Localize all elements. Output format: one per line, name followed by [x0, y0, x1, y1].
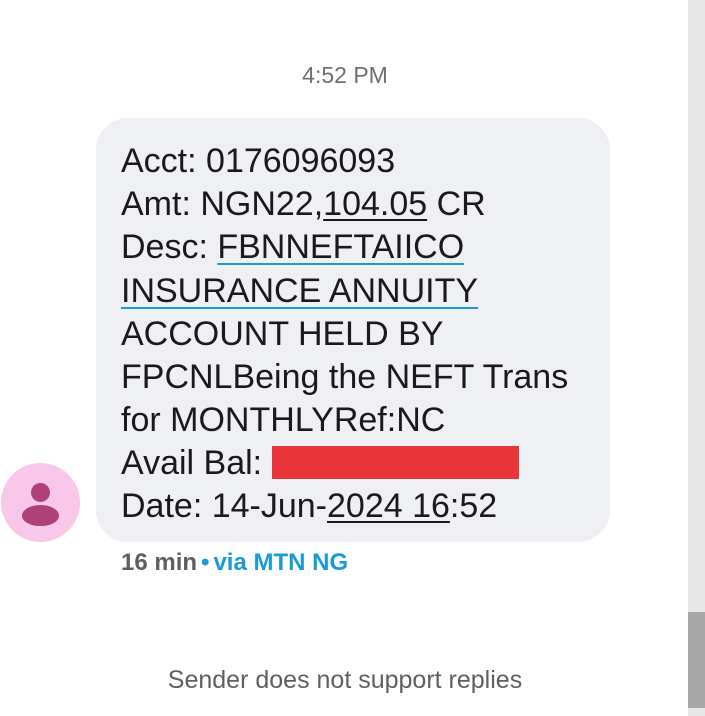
carrier-label: via MTN NG [213, 549, 349, 576]
message-line-balance: Avail Bal: [121, 446, 519, 480]
amount-prefix: Amt: NGN22, [121, 185, 324, 223]
message-line-description: Desc: FBNNEFTAIICO [121, 230, 464, 264]
message-age: 16 min [121, 549, 198, 576]
date-prefix: Date: 14-Jun- [121, 487, 327, 525]
message-line-reference: for MONTHLYRef:NC [121, 401, 446, 439]
balance-label: Avail Bal: [121, 444, 272, 482]
amount-suffix: CR [427, 185, 486, 223]
redacted-balance [271, 446, 519, 479]
person-icon-head [31, 483, 50, 502]
amount-link[interactable]: 104.05 [323, 185, 427, 223]
message-line-transfer: FPCNLBeing the NEFT Trans [121, 358, 569, 396]
scrollbar-thumb[interactable] [688, 612, 705, 708]
message-timestamp: 4:52 PM [302, 62, 388, 88]
account-number: 0176096093 [206, 142, 396, 180]
message-line-description-continued: INSURANCE ANNUITY [121, 274, 478, 308]
message-line-amount: Amt: NGN22,104.05 CR [121, 187, 486, 221]
description-label: Desc: [121, 228, 218, 266]
description-link-part-1[interactable]: FBNNEFTAIICO [217, 228, 464, 266]
message-line-date: Date: 14-Jun-2024 16:52 [121, 489, 497, 523]
description-link-part-2[interactable]: INSURANCE ANNUITY [121, 272, 478, 310]
message-line-account-held: ACCOUNT HELD BY [121, 315, 444, 353]
message-meta: 16 min • via MTN NG [121, 549, 348, 577]
date-suffix: :52 [449, 487, 498, 525]
person-icon-body [22, 505, 59, 526]
meta-separator: • [201, 549, 210, 576]
date-link[interactable]: 2024 16 [327, 487, 450, 525]
sender-avatar[interactable] [1, 463, 80, 542]
message-line-account: Acct: 0176096093 [121, 144, 395, 178]
account-label: Acct: [121, 142, 207, 180]
reply-status: Sender does not support replies [167, 666, 523, 694]
scroll-track[interactable] [688, 0, 705, 716]
